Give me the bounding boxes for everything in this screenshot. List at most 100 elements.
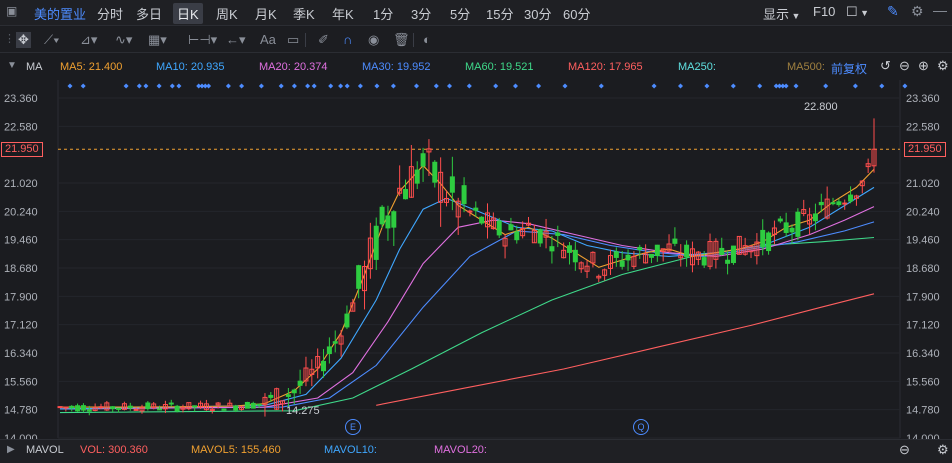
ma5-line bbox=[60, 164, 875, 408]
event-diamond-marker bbox=[513, 83, 518, 89]
collapse-icon[interactable]: ▶ bbox=[7, 444, 15, 455]
event-diamond-marker bbox=[338, 83, 344, 89]
mavol5-value: MAVOL5: 155.460 bbox=[191, 444, 281, 456]
ma120-line bbox=[376, 293, 875, 406]
mavol10-value: MAVOL10: bbox=[324, 444, 377, 456]
event-diamond-marker bbox=[344, 83, 350, 89]
candle-body bbox=[848, 194, 854, 202]
event-diamond-marker bbox=[206, 83, 212, 89]
y-tick-label-left: 20.240 bbox=[4, 206, 38, 218]
y-tick-label-right: 22.580 bbox=[906, 121, 940, 133]
event-diamond-marker bbox=[80, 83, 86, 89]
candle-body bbox=[256, 403, 262, 406]
ma10-line bbox=[59, 186, 875, 410]
y-tick-label-right: 16.340 bbox=[906, 348, 940, 360]
candle-body bbox=[648, 253, 654, 258]
event-diamond-marker bbox=[447, 83, 452, 89]
candle-body bbox=[233, 405, 239, 411]
event-diamond-marker bbox=[123, 83, 129, 89]
event-diamond-marker bbox=[143, 83, 149, 89]
candle-body bbox=[297, 380, 303, 386]
y-tick-label-right: 18.680 bbox=[906, 263, 940, 275]
y-tick-label-left: 14.780 bbox=[4, 405, 38, 417]
y-tick-label-left: 17.900 bbox=[4, 291, 38, 303]
candle-body bbox=[537, 229, 543, 244]
event-diamond-marker bbox=[562, 83, 568, 89]
candle-body bbox=[842, 202, 848, 205]
event-diamond-marker bbox=[414, 83, 419, 89]
event-diamond-marker bbox=[793, 83, 799, 89]
candle-body bbox=[221, 408, 227, 411]
event-diamond-marker bbox=[225, 83, 231, 89]
candle-body bbox=[420, 153, 426, 167]
y-tick-label-left: 19.460 bbox=[4, 235, 38, 247]
event-diamond-marker bbox=[536, 83, 542, 89]
candle-body bbox=[566, 245, 572, 253]
candle-body bbox=[244, 401, 250, 409]
minus-icon[interactable]: ⊖ bbox=[899, 442, 910, 458]
candle-body bbox=[321, 360, 327, 372]
candle-body bbox=[789, 227, 795, 233]
candle-body bbox=[250, 402, 256, 409]
low-label: 14.275 bbox=[286, 405, 320, 417]
y-tick-label-left: 23.360 bbox=[4, 93, 38, 105]
candle-body bbox=[75, 405, 81, 412]
event-diamond-marker bbox=[176, 83, 182, 89]
vol-value: VOL: 300.360 bbox=[80, 444, 148, 456]
event-diamond-marker bbox=[136, 83, 142, 89]
candle-body bbox=[479, 216, 485, 224]
y-tick-label-left: 18.680 bbox=[4, 263, 38, 275]
y-tick-label-left: 16.340 bbox=[4, 348, 38, 360]
event-diamond-marker bbox=[311, 83, 317, 89]
candle-body bbox=[373, 225, 379, 260]
candle-body bbox=[473, 207, 479, 211]
event-diamond-marker bbox=[598, 83, 604, 89]
event-diamond-marker bbox=[291, 83, 297, 89]
event-e-marker[interactable]: E bbox=[345, 419, 361, 435]
candle-body bbox=[57, 406, 63, 409]
candle-body bbox=[414, 169, 420, 184]
event-diamond-marker bbox=[823, 83, 829, 89]
y-tick-label-left: 17.120 bbox=[4, 320, 38, 332]
candle-body bbox=[326, 346, 332, 355]
ma20-line bbox=[59, 206, 875, 410]
y-tick-label-right: 17.900 bbox=[906, 291, 940, 303]
candle-body bbox=[812, 213, 818, 222]
event-diamond-marker bbox=[278, 83, 284, 89]
candle-body bbox=[391, 211, 397, 228]
candle-body bbox=[654, 244, 660, 257]
candle-body bbox=[432, 161, 438, 183]
candle-body bbox=[760, 229, 766, 248]
candle-body bbox=[285, 394, 291, 397]
candle-body bbox=[174, 405, 180, 412]
event-diamond-marker bbox=[328, 83, 334, 89]
y-tick-label-left: 15.560 bbox=[4, 376, 38, 388]
settings-icon[interactable]: ⚙ bbox=[937, 442, 949, 458]
candle-body bbox=[730, 245, 736, 264]
y-tick-label-right: 17.120 bbox=[906, 320, 940, 332]
event-diamond-marker bbox=[433, 83, 439, 89]
candle-body bbox=[157, 408, 163, 411]
candle-body bbox=[86, 409, 92, 412]
current-price-tag-left: 21.950 bbox=[1, 142, 43, 158]
y-tick-label-right: 23.360 bbox=[906, 93, 940, 105]
y-tick-label-left: 21.020 bbox=[4, 178, 38, 190]
event-diamond-marker bbox=[169, 83, 175, 89]
candle-body bbox=[830, 202, 836, 205]
candle-body bbox=[719, 247, 725, 255]
event-diamond-marker bbox=[879, 83, 885, 89]
event-diamond-marker bbox=[730, 83, 736, 89]
event-q-marker[interactable]: Q bbox=[633, 419, 649, 435]
event-diamond-marker bbox=[678, 83, 683, 89]
event-diamond-marker bbox=[67, 83, 73, 89]
candle-body bbox=[63, 406, 69, 409]
candle-body bbox=[332, 341, 338, 344]
candle-body bbox=[145, 402, 151, 409]
current-price-tag-right: 21.950 bbox=[904, 142, 946, 158]
candlestick-chart[interactable]: 23.360 23.360 22.580 22.580 21.020 21.020 20.2… bbox=[0, 0, 952, 463]
y-tick-label-right: 21.020 bbox=[906, 178, 940, 190]
candle-body bbox=[496, 220, 502, 236]
candle-body bbox=[80, 405, 86, 411]
candle-body bbox=[356, 265, 362, 289]
candle-body bbox=[449, 176, 455, 193]
